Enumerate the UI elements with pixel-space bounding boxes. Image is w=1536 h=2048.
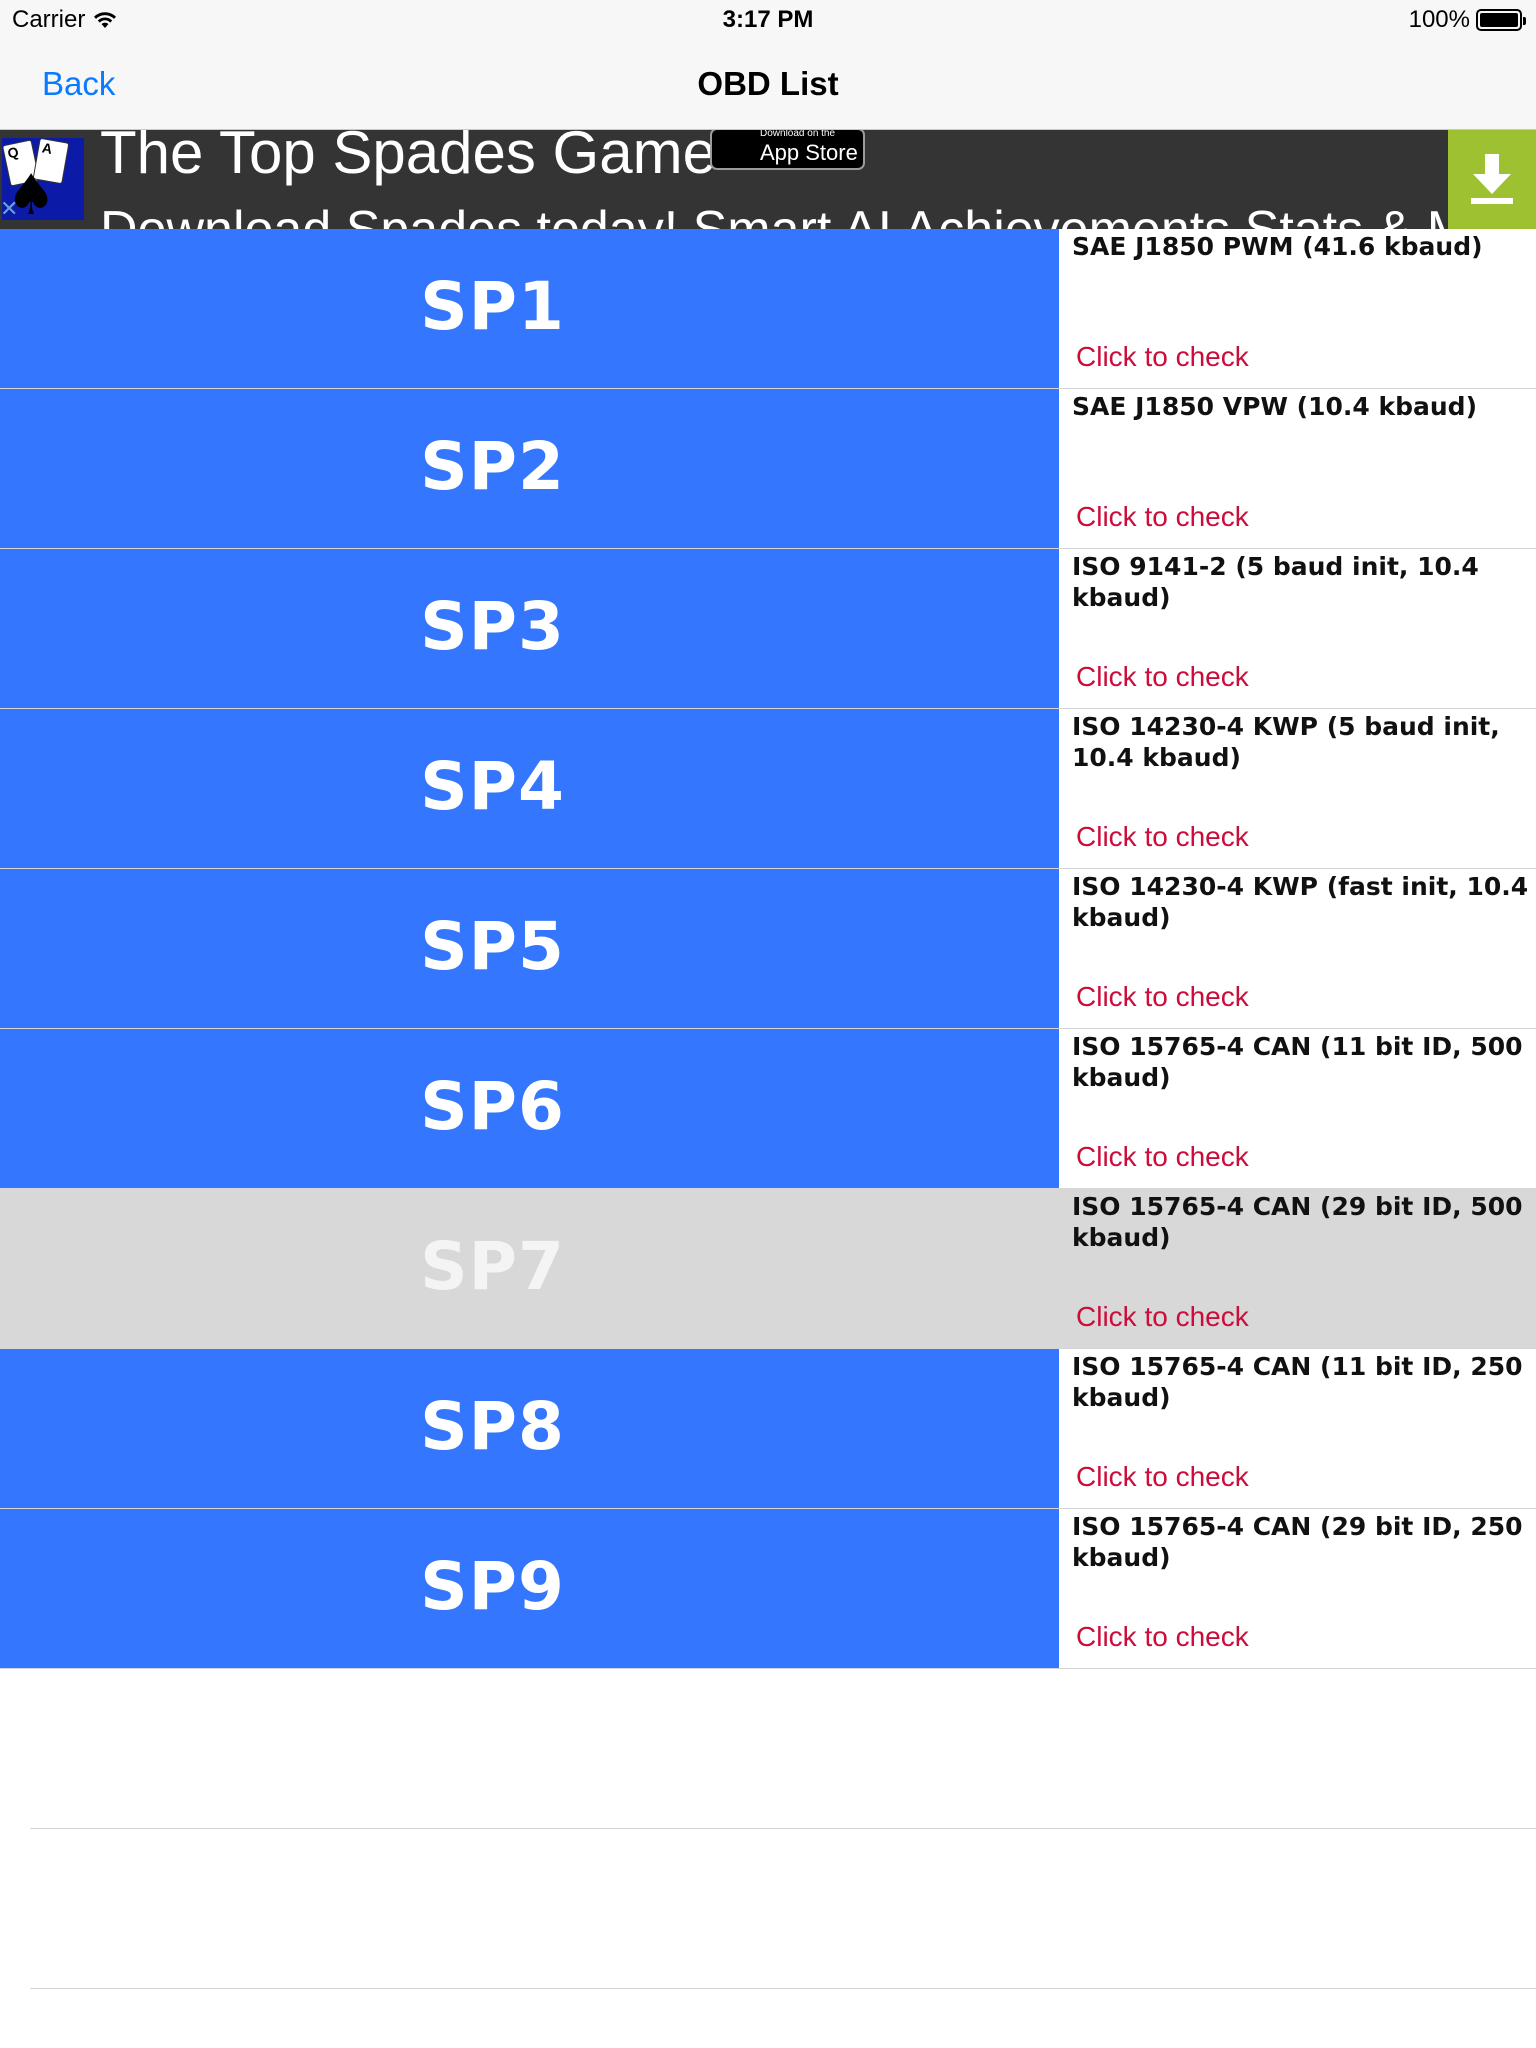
protocol-description: ISO 15765-4 CAN (29 bit ID, 250 kbaud) <box>1072 1512 1523 1572</box>
protocol-code: SP3 <box>420 588 565 665</box>
click-to-check-link[interactable]: Click to check <box>1076 501 1249 533</box>
protocol-description: ISO 15765-4 CAN (29 bit ID, 500 kbaud) <box>1072 1192 1523 1252</box>
protocol-code-cell[interactable]: SP1 <box>0 229 1059 388</box>
obd-row-sp6[interactable]: SP6 ISO 15765-4 CAN (11 bit ID, 500 kbaud… <box>0 1029 1536 1189</box>
protocol-info: ISO 15765-4 CAN (11 bit ID, 500 kbaud) Cl… <box>1059 1029 1536 1188</box>
protocol-description: ISO 14230-4 KWP (5 baud init, 10.4 kbaud… <box>1072 712 1500 772</box>
protocol-code-cell[interactable]: SP7 <box>0 1189 1059 1348</box>
obd-row-sp2[interactable]: SP2 SAE J1850 VPW (10.4 kbaud) Click to ch… <box>0 389 1536 549</box>
protocol-code: SP4 <box>420 748 565 825</box>
ad-banner[interactable]: Q A ♠ ✕ The Top Spades Game Download on … <box>0 130 1536 229</box>
protocol-description: SAE J1850 PWM (41.6 kbaud) <box>1072 232 1483 261</box>
status-bar: Carrier 3:17 PM 100% <box>0 0 1536 41</box>
obd-row-sp8[interactable]: SP8 ISO 15765-4 CAN (11 bit ID, 250 kbaud… <box>0 1349 1536 1509</box>
protocol-code-cell[interactable]: SP3 <box>0 549 1059 708</box>
click-to-check-link[interactable]: Click to check <box>1076 981 1249 1013</box>
page-title: OBD List <box>697 65 839 102</box>
protocol-info: ISO 9141-2 (5 baud init, 10.4 kbaud) Clic… <box>1059 549 1536 708</box>
obd-row-sp3[interactable]: SP3 ISO 9141-2 (5 baud init, 10.4 kbaud) C… <box>0 549 1536 709</box>
status-battery: 100% <box>1408 6 1526 34</box>
protocol-description: SAE J1850 VPW (10.4 kbaud) <box>1072 392 1477 421</box>
protocol-code: SP9 <box>420 1548 565 1625</box>
protocol-code: SP5 <box>420 908 565 985</box>
click-to-check-link[interactable]: Click to check <box>1076 1621 1249 1653</box>
app-store-badge[interactable]: Download on the App Store <box>710 130 865 170</box>
download-icon <box>1471 154 1513 204</box>
protocol-info: ISO 15765-4 CAN (29 bit ID, 500 kbaud) Cl… <box>1059 1189 1536 1348</box>
protocol-info: SAE J1850 PWM (41.6 kbaud) Click to check <box>1059 229 1536 388</box>
click-to-check-link[interactable]: Click to check <box>1076 661 1249 693</box>
protocol-info: ISO 14230-4 KWP (5 baud init, 10.4 kbaud… <box>1059 709 1536 868</box>
protocol-code-cell[interactable]: SP4 <box>0 709 1059 868</box>
ad-subtitle: Download Spades today! Smart AI Achievem… <box>100 200 1536 229</box>
obd-row-sp7[interactable]: SP7 ISO 15765-4 CAN (29 bit ID, 500 kbaud… <box>0 1189 1536 1349</box>
navigation-bar: Back OBD List <box>0 41 1536 130</box>
protocol-code: SP7 <box>420 1228 565 1305</box>
protocol-info: ISO 14230-4 KWP (fast init, 10.4 kbaud) C… <box>1059 869 1536 1028</box>
obd-row-sp1[interactable]: SP1 SAE J1850 PWM (41.6 kbaud) Click to ch… <box>0 229 1536 389</box>
protocol-code: SP2 <box>420 428 565 505</box>
click-to-check-link[interactable]: Click to check <box>1076 1301 1249 1333</box>
download-button[interactable] <box>1448 130 1536 229</box>
battery-icon <box>1476 9 1526 31</box>
close-icon[interactable]: ✕ <box>0 198 18 220</box>
click-to-check-link[interactable]: Click to check <box>1076 821 1249 853</box>
protocol-info: ISO 15765-4 CAN (29 bit ID, 250 kbaud) Cl… <box>1059 1509 1536 1668</box>
app-store-small-label: Download on the <box>760 130 836 139</box>
obd-row-sp5[interactable]: SP5 ISO 14230-4 KWP (fast init, 10.4 kbau… <box>0 869 1536 1029</box>
protocol-description: ISO 9141-2 (5 baud init, 10.4 kbaud) <box>1072 552 1479 612</box>
obd-list: SP1 SAE J1850 PWM (41.6 kbaud) Click to ch… <box>0 229 1536 1989</box>
status-time: 3:17 PM <box>722 6 814 33</box>
protocol-info: SAE J1850 VPW (10.4 kbaud) Click to check <box>1059 389 1536 548</box>
click-to-check-link[interactable]: Click to check <box>1076 1141 1249 1173</box>
battery-percent: 100% <box>1408 6 1470 33</box>
protocol-code: SP1 <box>420 268 565 345</box>
protocol-code: SP6 <box>420 1068 565 1145</box>
protocol-code-cell[interactable]: SP5 <box>0 869 1059 1028</box>
protocol-code-cell[interactable]: SP9 <box>0 1509 1059 1668</box>
protocol-description: ISO 15765-4 CAN (11 bit ID, 250 kbaud) <box>1072 1352 1523 1412</box>
back-button[interactable]: Back <box>42 65 115 103</box>
protocol-code: SP8 <box>420 1388 565 1465</box>
protocol-code-cell[interactable]: SP6 <box>0 1029 1059 1188</box>
click-to-check-link[interactable]: Click to check <box>1076 341 1249 373</box>
protocol-description: ISO 15765-4 CAN (11 bit ID, 500 kbaud) <box>1072 1032 1523 1092</box>
click-to-check-link[interactable]: Click to check <box>1076 1461 1249 1493</box>
protocol-info: ISO 15765-4 CAN (11 bit ID, 250 kbaud) Cl… <box>1059 1349 1536 1508</box>
protocol-description: ISO 14230-4 KWP (fast init, 10.4 kbaud) <box>1072 872 1529 932</box>
obd-row-sp9[interactable]: SP9 ISO 15765-4 CAN (29 bit ID, 250 kbaud… <box>0 1509 1536 1669</box>
protocol-code-cell[interactable]: SP2 <box>0 389 1059 548</box>
row-separator <box>30 1988 1536 1989</box>
empty-row <box>0 1669 1536 1829</box>
empty-row <box>0 1829 1536 1989</box>
app-store-label: App Store <box>760 140 858 165</box>
ad-title: The Top Spades Game <box>100 130 716 186</box>
protocol-code-cell[interactable]: SP8 <box>0 1349 1059 1508</box>
obd-row-sp4[interactable]: SP4 ISO 14230-4 KWP (5 baud init, 10.4 kb… <box>0 709 1536 869</box>
